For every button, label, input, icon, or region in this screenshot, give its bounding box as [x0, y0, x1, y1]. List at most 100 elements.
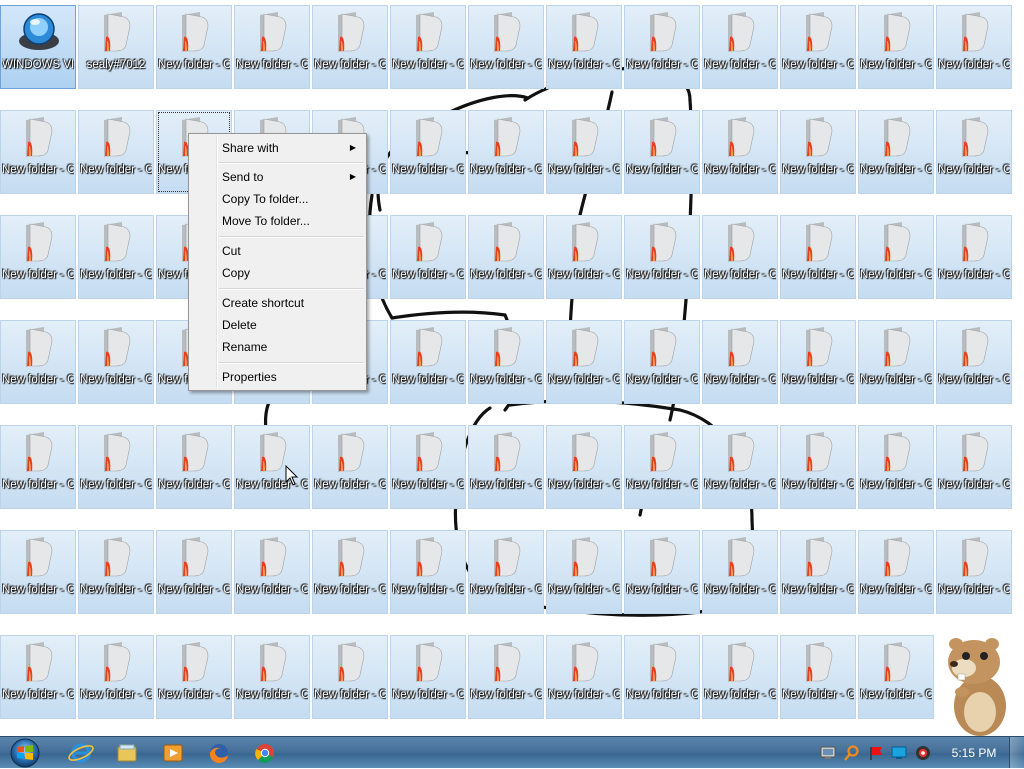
desktop-icon[interactable]: New folder - Copy (205) ...	[468, 530, 544, 614]
desktop-icon[interactable]: New folder - Copy (43)	[312, 5, 388, 89]
desktop-icon[interactable]: New folder - Copy (143) ...	[0, 635, 76, 719]
desktop-icon[interactable]: New folder - Copy (108) ...	[78, 425, 154, 509]
desktop-icon[interactable]: New folder - Copy (135) ...	[624, 110, 700, 194]
menu-item-rename[interactable]: Rename	[191, 336, 364, 358]
desktop-icon[interactable]: New folder - Copy (66) ...	[702, 530, 778, 614]
network-icon[interactable]	[820, 745, 836, 761]
desktop-icon[interactable]: New folder - Copy (212) ...	[468, 425, 544, 509]
show-desktop-button[interactable]	[1009, 737, 1024, 768]
desktop[interactable]: WINDOWS VISTA sealy#7012 New folder - Copy…	[0, 0, 1024, 736]
desktop-icon[interactable]: New folder - Copy (16)	[936, 425, 1012, 509]
desktop-icon[interactable]: New folder - Copy (177) ...	[546, 215, 622, 299]
desktop-icon[interactable]: New folder - Copy (4)	[390, 530, 466, 614]
desktop-icon[interactable]: New folder - Copy (247) ...	[390, 635, 466, 719]
desktop-icon[interactable]: New folder - Copy (66) ...	[156, 425, 232, 509]
desktop-icon[interactable]: New folder - Copy (42) ...	[858, 110, 934, 194]
desktop-icon[interactable]: New folder - Copy (31) ...	[312, 530, 388, 614]
desktop-icon[interactable]: New folder - Copy (101) ...	[78, 530, 154, 614]
desktop-icon[interactable]: New folder - Copy (142) ...	[624, 5, 700, 89]
menu-item-properties[interactable]: Properties	[191, 366, 364, 388]
desktop-icon[interactable]: New folder - Copy (198) ...	[468, 635, 544, 719]
desktop-icon[interactable]: New folder - Copy (45) ...	[234, 635, 310, 719]
menu-item-create-shortcut[interactable]: Create shortcut	[191, 292, 364, 314]
desktop-icon-windows-vista[interactable]: WINDOWS VISTA	[0, 5, 76, 89]
desktop-icon[interactable]: New folder - Copy (93) ...	[702, 5, 778, 89]
windows-explorer-icon[interactable]	[108, 739, 146, 767]
desktop-icon[interactable]: New folder - Copy (63) ...	[702, 635, 778, 719]
desktop-icon[interactable]: New folder - Copy (45)	[858, 5, 934, 89]
desktop-icon[interactable]: New folder - Copy (64)	[156, 530, 232, 614]
desktop-icon[interactable]: New folder - Copy (157) ...	[0, 425, 76, 509]
desktop-icon[interactable]: New folder - Copy (150) ...	[0, 530, 76, 614]
menu-item-move-to-folder[interactable]: Move To folder...	[191, 210, 364, 232]
internet-explorer-icon[interactable]	[62, 739, 100, 767]
desktop-icon[interactable]: New folder - Copy (164) ...	[0, 320, 76, 404]
desktop-icon[interactable]: New folder - Copy (33) ...	[858, 530, 934, 614]
desktop-icon[interactable]: New folder - Copy (26) ...	[936, 110, 1012, 194]
desktop-icon[interactable]: New folder - Copy (184) ...	[546, 110, 622, 194]
desktop-icon[interactable]: New folder - Copy (191) ...	[546, 5, 622, 89]
taskbar-clock[interactable]: 5:15 PM	[946, 737, 1002, 769]
menu-item-delete[interactable]: Delete	[191, 314, 364, 336]
monitor-icon[interactable]	[891, 745, 907, 761]
desktop-icon[interactable]: New folder - Copy (19) ...	[936, 320, 1012, 404]
search-icon[interactable]	[844, 745, 860, 761]
desktop-icon[interactable]: New folder - Copy (11)	[390, 425, 466, 509]
desktop-icon[interactable]: New folder - Copy (69) ...	[702, 425, 778, 509]
volume-icon[interactable]	[915, 745, 931, 761]
desktop-icon[interactable]: New folder - Copy (233) ...	[468, 110, 544, 194]
desktop-icon[interactable]: New folder - Copy (10)	[936, 530, 1012, 614]
desktop-icon[interactable]: New folder - Copy (20)	[390, 215, 466, 299]
desktop-icon[interactable]: New folder - Copy (40) ...	[858, 215, 934, 299]
hamster-gadget-icon[interactable]	[934, 628, 1024, 736]
desktop-icon[interactable]: New folder - Copy (121) ...	[624, 320, 700, 404]
desktop-icon[interactable]: New folder - Copy (122) ...	[78, 215, 154, 299]
desktop-icon[interactable]: New folder - Copy (59) ...	[234, 5, 310, 89]
menu-item-copy-to-folder[interactable]: Copy To folder...	[191, 188, 364, 210]
desktop-icon[interactable]: New folder - Copy (178) ...	[0, 110, 76, 194]
desktop-icon[interactable]: New folder - Copy (86) ...	[702, 110, 778, 194]
desktop-icon[interactable]: New folder - Copy (16) ...	[390, 320, 466, 404]
desktop-icon[interactable]: New folder - Copy (171) ...	[0, 215, 76, 299]
desktop-icon[interactable]: New folder - Copy (47) ...	[780, 635, 856, 719]
desktop-icon[interactable]: New folder - Copy (35) ...	[858, 425, 934, 509]
desktop-icon[interactable]: New folder - Copy (54) ...	[780, 320, 856, 404]
desktop-icon[interactable]: New folder - Copy (240) ...	[468, 5, 544, 89]
desktop-icon[interactable]: New folder - Copy (61) ...	[156, 635, 232, 719]
desktop-icon[interactable]: New folder - Copy (156) ...	[546, 530, 622, 614]
desktop-icon[interactable]: New folder - Copy (29)	[312, 635, 388, 719]
desktop-icon[interactable]: New folder - Copy (33) ...	[312, 425, 388, 509]
desktop-icon[interactable]: New folder - Copy (47) ...	[234, 530, 310, 614]
desktop-icon[interactable]: New folder - Copy (94) ...	[78, 635, 154, 719]
desktop-icon[interactable]: New folder - Copy (28) ...	[936, 5, 1012, 89]
desktop-icon[interactable]: New folder - Copy (100) ...	[624, 635, 700, 719]
desktop-icon[interactable]: New folder - Copy (73) ...	[702, 320, 778, 404]
desktop-icon[interactable]: New folder - Copy (107) ...	[624, 530, 700, 614]
desktop-icon[interactable]: New folder - Copy (170) ...	[546, 320, 622, 404]
desktop-icon[interactable]: New folder - Copy (49) ...	[780, 530, 856, 614]
chrome-icon[interactable]	[246, 739, 284, 767]
desktop-icon[interactable]: New folder - Copy (114) ...	[624, 425, 700, 509]
desktop-icon[interactable]: New folder - Copy (79) ...	[702, 215, 778, 299]
windows-orb-icon[interactable]	[5, 737, 45, 769]
desktop-icon[interactable]: New folder - Copy (38)	[858, 320, 934, 404]
menu-item-share-with[interactable]: Share with ▶	[191, 137, 364, 159]
desktop-icon[interactable]: New folder - Copy (226) ...	[468, 215, 544, 299]
desktop-icon[interactable]: sealy#7012	[78, 5, 154, 89]
desktop-icon[interactable]: New folder - Copy (128) ...	[624, 215, 700, 299]
desktop-icon[interactable]: New folder - Copy (59)	[780, 110, 856, 194]
desktop-icon[interactable]: New folder - Copy (31)	[858, 635, 934, 719]
desktop-icon[interactable]: New folder - Copy (149) ...	[546, 635, 622, 719]
desktop-icon[interactable]: New folder - Copy (115) ...	[78, 320, 154, 404]
menu-item-send-to[interactable]: Send to ▶	[191, 166, 364, 188]
firefox-icon[interactable]	[200, 739, 238, 767]
desktop-icon[interactable]: New folder - Copy (87) ...	[156, 5, 232, 89]
desktop-icon[interactable]: New folder - Copy (61) ...	[780, 5, 856, 89]
menu-item-copy[interactable]: Copy	[191, 262, 364, 284]
flag-icon[interactable]	[868, 745, 884, 761]
media-player-icon[interactable]	[154, 739, 192, 767]
desktop-icon[interactable]: New folder - Copy (56) ...	[780, 215, 856, 299]
desktop-icon[interactable]: New folder - Copy (52)	[780, 425, 856, 509]
desktop-icon[interactable]: New folder - Copy (163) ...	[546, 425, 622, 509]
menu-item-cut[interactable]: Cut	[191, 240, 364, 262]
